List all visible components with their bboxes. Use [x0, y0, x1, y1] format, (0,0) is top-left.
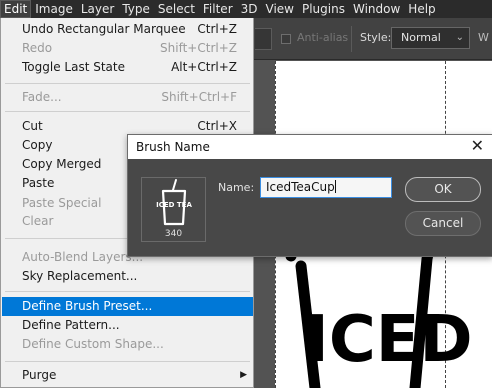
menu-window[interactable]: Window [349, 0, 404, 18]
menu-item-label: Define Brush Preset... [22, 299, 153, 313]
menu-plugins[interactable]: Plugins [298, 0, 349, 18]
menu-item-label: Redo [22, 41, 53, 55]
brush-name-input[interactable]: IcedTeaCup [260, 177, 392, 198]
brush-size: 340 [164, 229, 183, 239]
style-select-value: Normal [401, 31, 441, 44]
menu-item-label: Undo Rectangular Marquee [22, 22, 186, 36]
menu-item-label: Copy Merged [22, 157, 102, 171]
feather-field[interactable] [255, 28, 272, 50]
menu-item-label: Define Pattern... [22, 318, 120, 332]
cancel-button[interactable]: Cancel [405, 211, 481, 236]
cup-thumbnail-icon: ICED TEA [156, 179, 192, 226]
width-label: W [478, 31, 489, 44]
menu-item-define-brush-preset[interactable]: Define Brush Preset... [2, 297, 253, 316]
menu-item-shortcut: Shift+Ctrl+F [161, 90, 237, 104]
menu-item-label: Copy [22, 138, 53, 152]
submenu-arrow-icon: ▶ [240, 370, 247, 380]
ok-button[interactable]: OK [405, 177, 481, 202]
menu-item-fade[interactable]: Fade... Shift+Ctrl+F [2, 88, 253, 107]
menu-help[interactable]: Help [404, 0, 439, 18]
menu-layer[interactable]: Layer [77, 0, 118, 18]
menu-item-redo[interactable]: Redo Shift+Ctrl+Z [2, 39, 253, 58]
dialog-body: ICED TEA 340 Name: IcedTeaCup OK Cancel [128, 159, 492, 256]
menu-item-shortcut: Shift+Ctrl+Z [160, 41, 237, 55]
dialog-titlebar[interactable]: Brush Name ✕ [128, 135, 492, 159]
menu-item-shortcut: Alt+Ctrl+Z [171, 60, 237, 74]
menu-type[interactable]: Type [118, 0, 154, 18]
brush-name-value: IcedTeaCup [266, 180, 335, 194]
menu-item-purge[interactable]: Purge ▶ [2, 366, 253, 385]
menu-item-define-custom-shape[interactable]: Define Custom Shape... [2, 335, 253, 354]
menu-item-label: Toggle Last State [22, 60, 125, 74]
dialog-title: Brush Name [136, 140, 210, 154]
menu-item-label: Purge [22, 368, 57, 382]
menu-item-label: Clear [22, 214, 54, 228]
text-caret [334, 180, 336, 193]
brush-thumbnail: ICED TEA 340 [141, 177, 206, 242]
style-label: Style: [360, 31, 392, 44]
menu-item-label: Auto-Blend Layers... [22, 250, 144, 264]
artwork-text: ICED [305, 303, 473, 377]
name-label: Name: [218, 181, 255, 194]
menu-view[interactable]: View [262, 0, 298, 18]
menu-divider [5, 111, 250, 112]
menu-item-define-pattern[interactable]: Define Pattern... [2, 316, 253, 335]
menu-item-sky-replacement[interactable]: Sky Replacement... [2, 267, 253, 286]
menu-edit[interactable]: Edit [0, 0, 32, 18]
menu-item-shortcut: Ctrl+Z [197, 22, 237, 36]
brush-name-dialog: Brush Name ✕ ICED TEA 340 Name: IcedTeaC… [127, 134, 492, 257]
menu-item-label: Paste Special [22, 196, 102, 210]
chevron-down-icon: ⌄ [455, 32, 464, 43]
menu-item-label: Define Custom Shape... [22, 337, 164, 351]
options-divider [351, 26, 352, 52]
anti-alias-label: Anti-alias [297, 31, 349, 44]
menu-item-label: Sky Replacement... [22, 269, 138, 283]
style-select[interactable]: Normal ⌄ [391, 27, 470, 49]
menu-divider [5, 83, 250, 84]
menu-select[interactable]: Select [154, 0, 199, 18]
menu-divider [5, 291, 250, 292]
thumbnail-text: ICED TEA [156, 201, 192, 209]
close-icon[interactable]: ✕ [471, 136, 484, 155]
menu-item-toggle-last-state[interactable]: Toggle Last State Alt+Ctrl+Z [2, 58, 253, 77]
menu-bar: Edit Image Layer Type Select Filter 3D V… [0, 0, 492, 18]
menu-item-label: Paste [22, 176, 55, 190]
menu-item-undo[interactable]: Undo Rectangular Marquee Ctrl+Z [2, 20, 253, 39]
menu-item-label: Fade... [22, 90, 62, 104]
menu-divider [5, 361, 250, 362]
menu-item-label: Cut [22, 119, 43, 133]
menu-filter[interactable]: Filter [199, 0, 237, 18]
menu-3d[interactable]: 3D [237, 0, 262, 18]
menu-image[interactable]: Image [31, 0, 77, 18]
anti-alias-checkbox[interactable] [281, 34, 291, 44]
